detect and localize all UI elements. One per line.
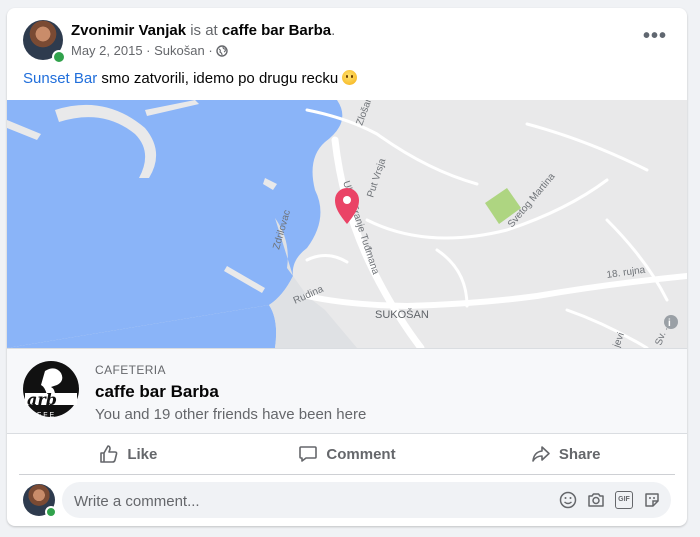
like-label: Like [127, 445, 158, 463]
meta-separator: · [142, 43, 155, 58]
map-label-sukosan: SUKOŠAN [375, 308, 429, 321]
comment-input[interactable] [72, 482, 546, 520]
location-map[interactable]: Zlošani Put Vrsja Ulica Franje Tuđmana S… [7, 100, 687, 348]
globe-icon [216, 45, 228, 60]
like-icon [100, 445, 118, 463]
camera-icon[interactable] [587, 491, 605, 509]
map-label-zlosani: Zlošani [354, 100, 375, 127]
comment-button[interactable]: Comment [238, 434, 457, 474]
place-card[interactable]: arb F F E CAFETERIA caffe bar Barba You … [7, 348, 687, 434]
comment-icon [299, 446, 318, 462]
place-name[interactable]: caffe bar Barba [95, 382, 219, 402]
share-label: Share [558, 445, 601, 463]
post-text: Sunset Bar smo zatvorili, idemo po drugu… [23, 70, 358, 87]
share-button[interactable]: Share [456, 434, 675, 474]
logo-text: arb [27, 390, 57, 409]
place-link[interactable]: caffe bar Barba [222, 22, 331, 39]
post-location[interactable]: Sukošan [154, 43, 205, 58]
checkin-prefix: is at [186, 22, 222, 39]
post-card: Zvonimir Vanjak is at caffe bar Barba. M… [7, 8, 687, 526]
online-status-icon [52, 50, 66, 64]
post-date[interactable]: May 2, 2015 [71, 43, 143, 58]
info-marker-icon [664, 315, 678, 329]
place-category: CAFETERIA [95, 363, 166, 377]
post-actions: Like Comment Share [19, 434, 675, 475]
share-icon [532, 446, 550, 462]
period: . [331, 22, 336, 39]
svg-text:i: i [668, 318, 671, 329]
mention-link[interactable]: Sunset Bar [23, 70, 97, 87]
place-logo: arb F F E [23, 361, 79, 419]
post-headline: Zvonimir Vanjak is at caffe bar Barba. [71, 22, 335, 39]
logo-sub: F F E [37, 412, 54, 419]
post-header: Zvonimir Vanjak is at caffe bar Barba. M… [7, 8, 687, 68]
author-name[interactable]: Zvonimir Vanjak [71, 22, 186, 39]
emoji-icon[interactable] [559, 491, 577, 509]
place-visited: You and 19 other friends have been here [95, 406, 367, 423]
comment-label: Comment [326, 445, 396, 463]
post-meta: May 2, 2015 · Sukošan · [71, 43, 228, 60]
sticker-icon[interactable] [643, 491, 661, 509]
comment-composer: GIF [62, 482, 671, 520]
like-button[interactable]: Like [19, 434, 238, 474]
meta-separator-2: · [204, 43, 217, 58]
map-label-put-vrsja: Put Vrsja [365, 157, 388, 199]
smile-emoji-icon [342, 70, 358, 85]
composer-icons: GIF [559, 491, 661, 509]
viewer-online-icon [45, 506, 57, 518]
more-options-icon[interactable]: ••• [643, 26, 667, 46]
post-body: smo zatvorili, idemo po drugu recku [97, 70, 343, 87]
gif-icon[interactable]: GIF [615, 491, 633, 509]
